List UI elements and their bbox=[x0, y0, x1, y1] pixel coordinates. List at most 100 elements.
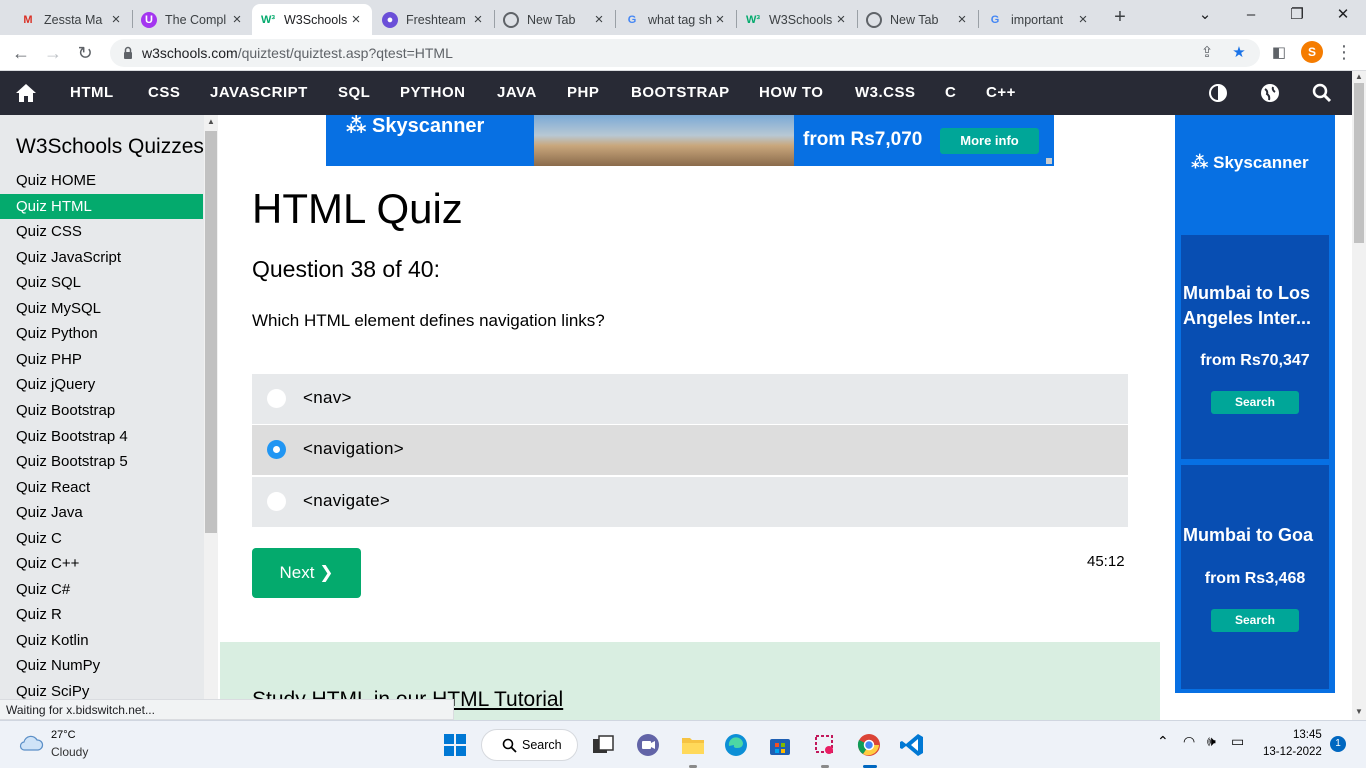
ad-more-info-button[interactable]: More info bbox=[940, 128, 1039, 154]
tab-new-tab[interactable]: New Tab × bbox=[495, 4, 615, 35]
microsoft-store-icon[interactable] bbox=[766, 731, 794, 759]
sidebar-item-quiz-numpy[interactable]: Quiz NumPy bbox=[0, 653, 203, 678]
sidebar-item-quiz-react[interactable]: Quiz React bbox=[0, 475, 203, 500]
volume-icon[interactable]: 🕪 bbox=[1207, 733, 1216, 750]
scroll-up-arrow-icon[interactable]: ▲ bbox=[1352, 71, 1366, 83]
close-icon[interactable]: × bbox=[954, 11, 970, 28]
forward-arrow-icon[interactable]: → bbox=[41, 41, 65, 65]
window-close-icon[interactable]: ✕ bbox=[1320, 0, 1366, 32]
address-bar[interactable]: w3schools.com/quiztest/quiztest.asp?qtes… bbox=[110, 39, 1260, 67]
wifi-icon[interactable]: ◠ bbox=[1183, 733, 1195, 750]
answer-option-navigation[interactable]: <navigation> bbox=[252, 425, 1128, 475]
sidebar-item-quiz-c-[interactable]: Quiz C# bbox=[0, 577, 203, 602]
tab-freshteam[interactable]: ● Freshteam × bbox=[374, 4, 494, 35]
sidebar-item-quiz-python[interactable]: Quiz Python bbox=[0, 321, 203, 346]
ad-card-los-angeles[interactable]: Mumbai to Los Angeles Inter... from Rs70… bbox=[1181, 235, 1329, 459]
close-icon[interactable]: × bbox=[229, 11, 245, 28]
sidebar-item-quiz-home[interactable]: Quiz HOME bbox=[0, 168, 203, 193]
nav-sql[interactable]: SQL bbox=[338, 71, 370, 115]
globe-icon[interactable] bbox=[1259, 82, 1281, 104]
nav-bootstrap[interactable]: BOOTSTRAP bbox=[631, 71, 730, 115]
sidebar-item-quiz-php[interactable]: Quiz PHP bbox=[0, 347, 203, 372]
tab-google-important[interactable]: G important × bbox=[979, 4, 1099, 35]
radio-button[interactable] bbox=[267, 389, 286, 408]
profile-avatar[interactable]: S bbox=[1301, 41, 1323, 63]
page-scrollbar-thumb[interactable] bbox=[1354, 83, 1364, 243]
sidebar-item-quiz-jquery[interactable]: Quiz jQuery bbox=[0, 372, 203, 397]
scroll-down-arrow-icon[interactable]: ▼ bbox=[1352, 706, 1366, 718]
chrome-icon[interactable] bbox=[855, 731, 883, 759]
back-arrow-icon[interactable]: ← bbox=[9, 41, 33, 65]
cloud-icon[interactable] bbox=[18, 733, 44, 753]
lock-icon[interactable] bbox=[120, 45, 136, 61]
search-icon[interactable] bbox=[1311, 82, 1333, 104]
sidebar-item-quiz-c-[interactable]: Quiz C++ bbox=[0, 551, 203, 576]
close-icon[interactable]: × bbox=[348, 11, 364, 28]
sidebar-item-quiz-mysql[interactable]: Quiz MySQL bbox=[0, 296, 203, 321]
tab-gmail[interactable]: M Zessta Ma × bbox=[12, 4, 132, 35]
adchoices-icon[interactable] bbox=[1046, 158, 1052, 164]
sidebar-item-quiz-html[interactable]: Quiz HTML bbox=[0, 193, 203, 219]
skyscanner-banner-ad[interactable]: ⁂ Skyscanner from Rs7,070 More info bbox=[326, 115, 1054, 166]
more-menu-icon[interactable]: ⋮ bbox=[1334, 39, 1354, 67]
sidebar-item-quiz-bootstrap-4[interactable]: Quiz Bootstrap 4 bbox=[0, 424, 203, 449]
snipping-tool-icon[interactable] bbox=[811, 731, 839, 759]
tab-search-chevron-icon[interactable]: ⌄ bbox=[1182, 0, 1228, 32]
nav-cpp[interactable]: C++ bbox=[986, 71, 1016, 115]
side-panel-icon[interactable]: ◧ bbox=[1270, 44, 1288, 62]
page-scrollbar[interactable]: ▲ ▼ bbox=[1352, 71, 1366, 720]
nav-java[interactable]: JAVA bbox=[497, 71, 537, 115]
answer-option-navigate[interactable]: <navigate> bbox=[252, 477, 1128, 527]
reload-icon[interactable]: ↻ bbox=[73, 41, 97, 65]
sidebar-item-quiz-kotlin[interactable]: Quiz Kotlin bbox=[0, 628, 203, 653]
tab-new-tab[interactable]: New Tab × bbox=[858, 4, 978, 35]
nav-w3css[interactable]: W3.CSS bbox=[855, 71, 916, 115]
tab-w3schools[interactable]: W³ W3Schools × bbox=[737, 4, 857, 35]
nav-css[interactable]: CSS bbox=[148, 71, 180, 115]
new-tab-button[interactable]: + bbox=[1108, 6, 1132, 30]
sidebar-scrollbar-thumb[interactable] bbox=[205, 131, 217, 533]
nav-python[interactable]: PYTHON bbox=[400, 71, 466, 115]
tab-the-complete[interactable]: U The Compl × bbox=[133, 4, 253, 35]
clock-time[interactable]: 13:45 bbox=[1293, 729, 1322, 741]
ad-search-button[interactable]: Search bbox=[1211, 609, 1299, 632]
nav-how-to[interactable]: HOW TO bbox=[759, 71, 823, 115]
ad-card-goa[interactable]: Mumbai to Goa from Rs3,468 Search bbox=[1181, 465, 1329, 689]
ad-search-button[interactable]: Search bbox=[1211, 391, 1299, 414]
battery-icon[interactable]: ▭ bbox=[1231, 733, 1244, 750]
sidebar-item-quiz-css[interactable]: Quiz CSS bbox=[0, 219, 203, 244]
radio-button-selected[interactable] bbox=[267, 440, 286, 459]
sidebar-item-quiz-bootstrap[interactable]: Quiz Bootstrap bbox=[0, 398, 203, 423]
maximize-icon[interactable]: ❐ bbox=[1274, 0, 1320, 32]
close-icon[interactable]: × bbox=[108, 11, 124, 28]
windows-start-icon[interactable] bbox=[441, 731, 469, 759]
file-explorer-icon[interactable] bbox=[679, 731, 707, 759]
sidebar-scrollbar[interactable]: ▲ bbox=[204, 115, 218, 720]
close-icon[interactable]: × bbox=[1075, 11, 1091, 28]
close-icon[interactable]: × bbox=[833, 11, 849, 28]
weather-temperature[interactable]: 27°C bbox=[51, 729, 76, 741]
task-view-icon[interactable] bbox=[589, 731, 617, 759]
edge-icon[interactable] bbox=[722, 731, 750, 759]
skyscanner-side-ad[interactable]: ⁂ Skyscanner Mumbai to Los Angeles Inter… bbox=[1175, 115, 1335, 693]
notification-badge[interactable]: 1 bbox=[1330, 736, 1346, 752]
sidebar-item-quiz-java[interactable]: Quiz Java bbox=[0, 500, 203, 525]
chevron-up-icon[interactable]: ⌃ bbox=[1157, 733, 1169, 750]
minimize-icon[interactable]: – bbox=[1228, 0, 1274, 32]
nav-c[interactable]: C bbox=[945, 71, 956, 115]
tab-w3schools-active[interactable]: W³ W3Schools × bbox=[252, 4, 372, 35]
bookmark-star-icon[interactable]: ★ bbox=[1230, 44, 1248, 62]
sidebar-item-quiz-bootstrap-5[interactable]: Quiz Bootstrap 5 bbox=[0, 449, 203, 474]
url-text[interactable]: w3schools.com/quiztest/quiztest.asp?qtes… bbox=[142, 45, 453, 61]
sidebar-item-quiz-r[interactable]: Quiz R bbox=[0, 602, 203, 627]
scroll-up-arrow-icon[interactable]: ▲ bbox=[204, 117, 218, 127]
next-button[interactable]: Next ❯ bbox=[252, 548, 361, 598]
answer-option-nav[interactable]: <nav> bbox=[252, 374, 1128, 424]
clock-date[interactable]: 13-12-2022 bbox=[1263, 746, 1322, 758]
teams-chat-icon[interactable] bbox=[634, 731, 662, 759]
taskbar-search[interactable]: Search bbox=[481, 729, 578, 761]
sidebar-item-quiz-c[interactable]: Quiz C bbox=[0, 526, 203, 551]
nav-php[interactable]: PHP bbox=[567, 71, 599, 115]
share-icon[interactable]: ⇪ bbox=[1198, 44, 1216, 62]
close-icon[interactable]: × bbox=[712, 11, 728, 28]
